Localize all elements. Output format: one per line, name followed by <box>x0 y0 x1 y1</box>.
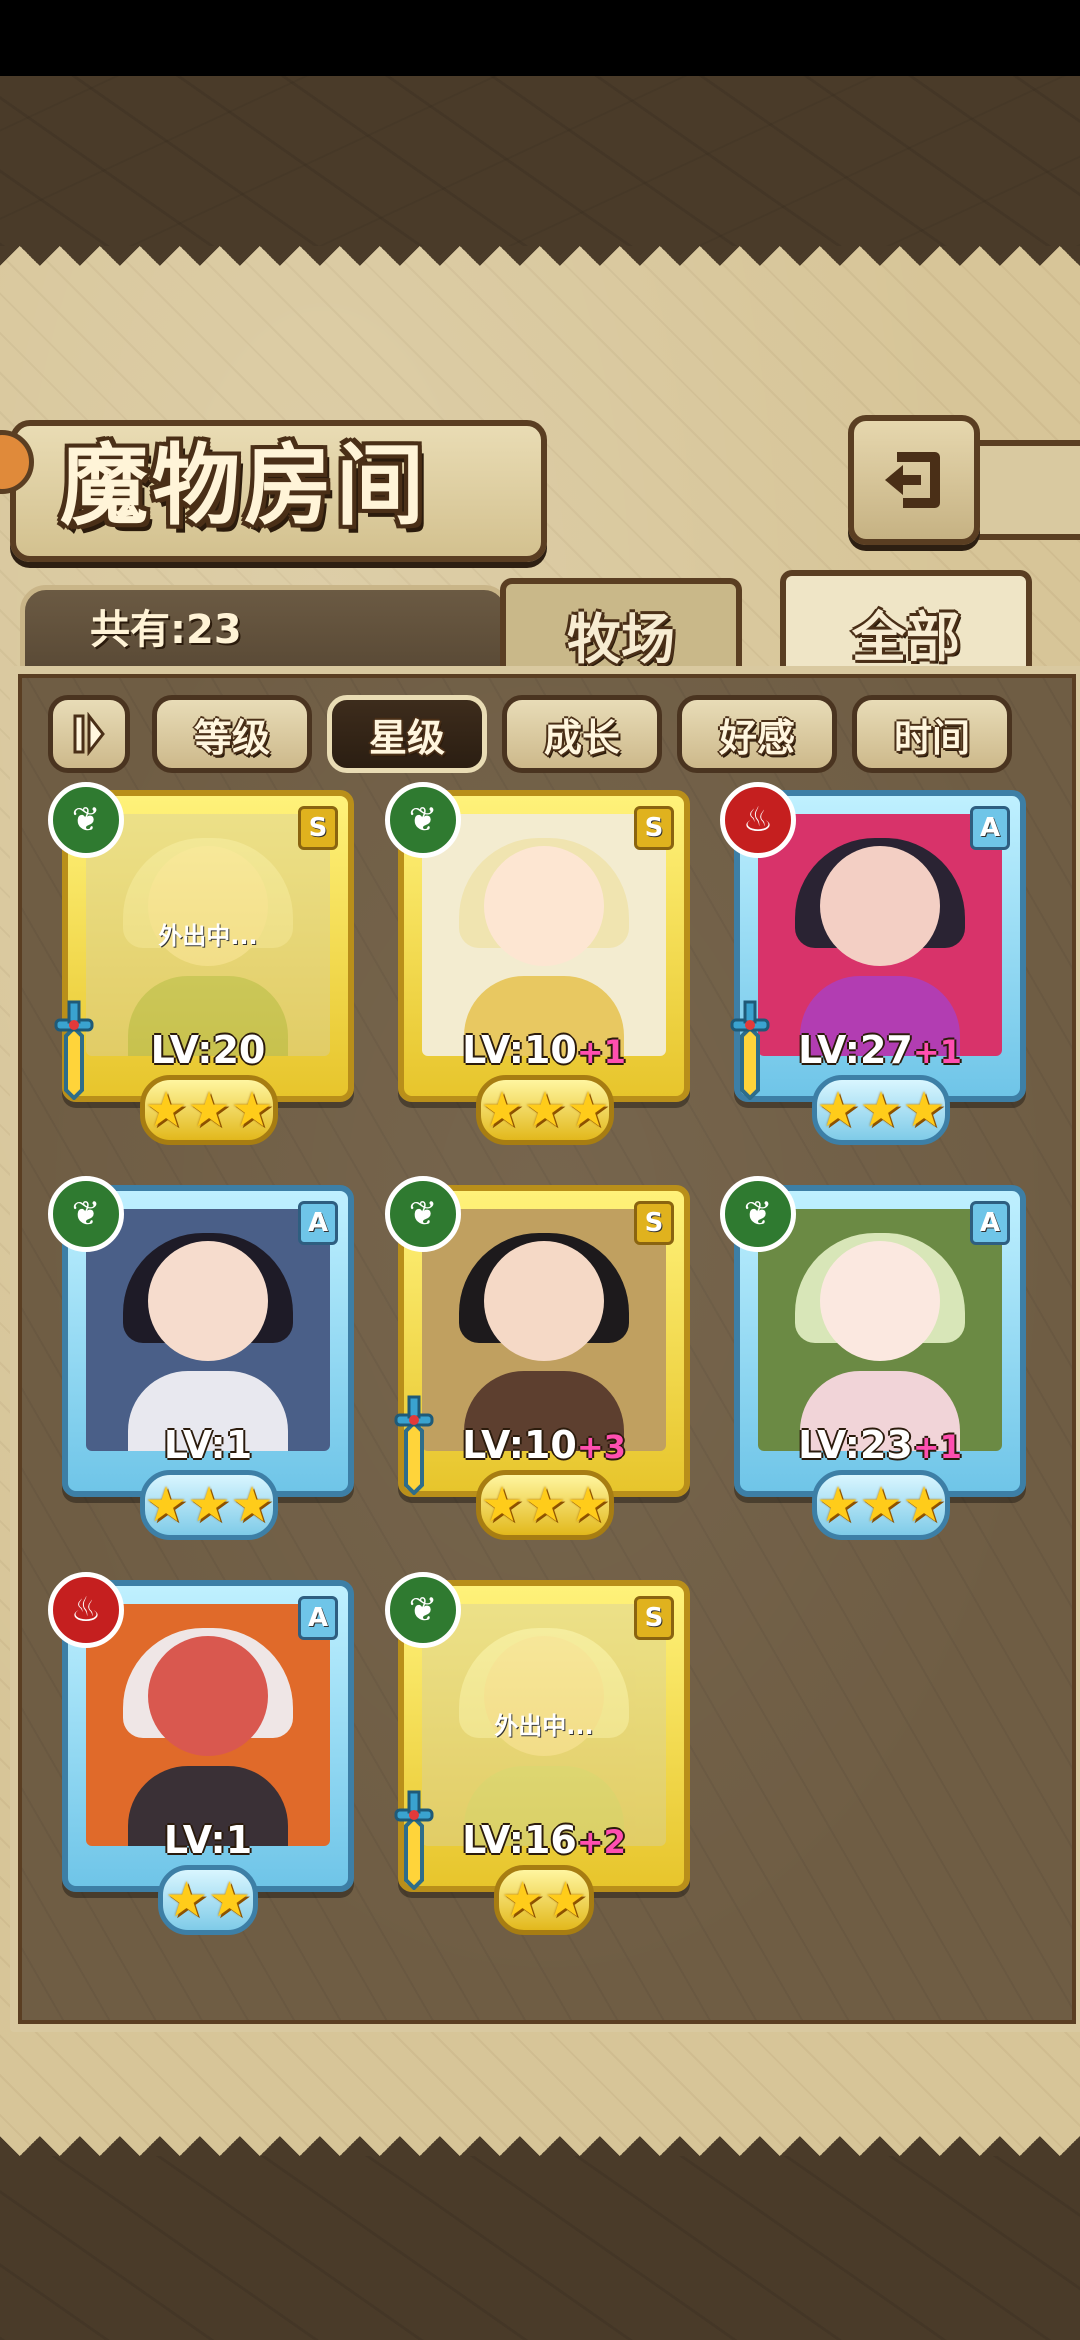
monster-level: LV:1 <box>163 1423 253 1467</box>
status-bar <box>0 0 1080 76</box>
monster-portrait <box>422 1209 666 1451</box>
sort-growth-button[interactable]: 成长 <box>502 695 662 773</box>
grade-badge: A <box>298 1201 338 1245</box>
star-rating: ★★★ <box>140 1470 278 1540</box>
weapon-icon <box>730 1000 770 1100</box>
leaf-icon: ❦ <box>720 1176 796 1252</box>
return-arrow-icon <box>885 452 940 508</box>
monster-level: LV:20 <box>150 1028 266 1072</box>
monster-level: LV:10+3 <box>462 1423 626 1467</box>
monster-portrait <box>422 814 666 1056</box>
monster-level: LV:1 <box>163 1818 253 1862</box>
grade-badge: A <box>298 1596 338 1640</box>
away-status: 外出中... <box>158 922 258 950</box>
grade-badge: A <box>970 1201 1010 1245</box>
parchment-edge-bottom <box>0 2116 1080 2156</box>
grade-badge: S <box>634 806 674 850</box>
grade-badge: A <box>970 806 1010 850</box>
monster-level: LV:10+1 <box>462 1028 626 1072</box>
monster-count: 共有:23 <box>90 607 242 653</box>
sort-level-button[interactable]: 等级 <box>152 695 312 773</box>
sort-star-button[interactable]: 星级 <box>327 695 487 773</box>
monster-portrait <box>758 1209 1002 1451</box>
fire-icon: ♨ <box>720 782 796 858</box>
star-rating: ★★★ <box>140 1075 278 1145</box>
sort-order-icon <box>73 712 105 756</box>
monster-level: LV:16+2 <box>462 1818 626 1862</box>
monster-level: LV:27+1 <box>798 1028 962 1072</box>
star-rating: ★★★ <box>812 1075 950 1145</box>
weapon-icon <box>54 1000 94 1100</box>
star-rating: ★★★ <box>812 1470 950 1540</box>
grade-badge: S <box>298 806 338 850</box>
back-rail <box>968 440 1080 540</box>
sort-time-button[interactable]: 时间 <box>852 695 1012 773</box>
weapon-icon <box>394 1790 434 1890</box>
star-rating: ★★★ <box>476 1075 614 1145</box>
page-title: 魔物房间 <box>60 433 429 537</box>
sort-affection-button[interactable]: 好感 <box>677 695 837 773</box>
back-button[interactable] <box>848 415 980 545</box>
monster-portrait <box>758 814 1002 1056</box>
leaf-icon: ❦ <box>385 1176 461 1252</box>
star-rating: ★★★ <box>476 1470 614 1540</box>
leaf-icon: ❦ <box>48 782 124 858</box>
sort-order-toggle[interactable] <box>48 695 130 773</box>
weapon-icon <box>394 1395 434 1495</box>
star-rating: ★★ <box>494 1865 594 1935</box>
map-background-bottom <box>0 2156 1080 2340</box>
grade-badge: S <box>634 1201 674 1245</box>
leaf-icon: ❦ <box>48 1176 124 1252</box>
leaf-icon: ❦ <box>385 782 461 858</box>
map-background-top <box>0 76 1080 246</box>
away-status: 外出中... <box>494 1712 594 1740</box>
monster-level: LV:23+1 <box>798 1423 962 1467</box>
grade-badge: S <box>634 1596 674 1640</box>
monster-portrait <box>86 1604 330 1846</box>
fire-icon: ♨ <box>48 1572 124 1648</box>
monster-portrait <box>86 1209 330 1451</box>
leaf-icon: ❦ <box>385 1572 461 1648</box>
star-rating: ★★ <box>158 1865 258 1935</box>
parchment-edge-top <box>0 246 1080 286</box>
